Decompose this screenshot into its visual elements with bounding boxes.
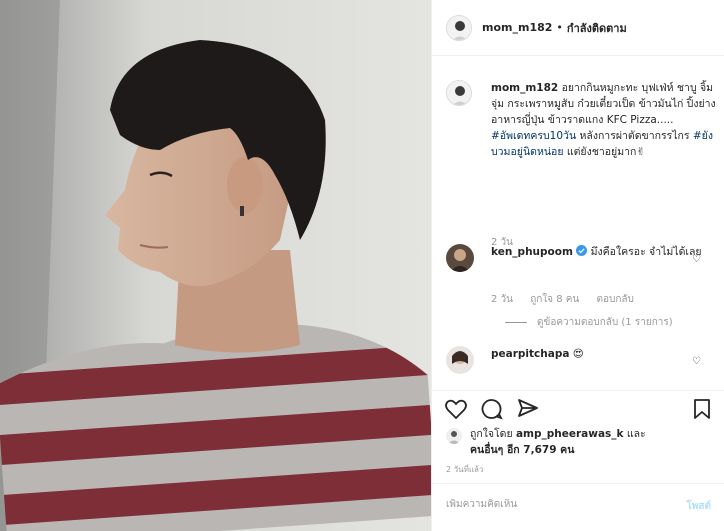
replies-line [505, 322, 527, 323]
avatar[interactable] [446, 14, 472, 41]
comment-username[interactable]: ken_phupoom [491, 246, 573, 258]
caption-body-2: หลังการผ่าตัดขากรรไกร [579, 130, 690, 142]
caption-text: mom_m182 อยากกินหมูกะทะ บุฟเฟ่ห์ ชาบู จิ… [491, 80, 716, 160]
user-avatar-icon [447, 15, 471, 40]
likes-user-link[interactable]: amp_pheerawas_k [516, 428, 624, 440]
post-comment-button[interactable]: โพสต์ [686, 499, 711, 514]
avatar[interactable] [446, 80, 472, 106]
likes-text: ถูกใจโดย amp_pheerawas_k และ คนอื่นๆ อีก… [470, 426, 646, 458]
user-avatar-icon [446, 428, 462, 444]
likes-and: และ [626, 428, 646, 440]
caption-username[interactable]: mom_m182 [491, 82, 558, 94]
comment-time[interactable]: 2 วัน [491, 294, 513, 305]
user-avatar-icon [446, 346, 474, 374]
user-avatar-icon [447, 81, 471, 105]
avatar[interactable] [446, 428, 462, 444]
comment-reply-button[interactable]: ตอบกลับ [596, 294, 633, 305]
comment-text: pearpitchapa 😍 [491, 346, 716, 362]
action-bar [432, 390, 724, 426]
heart-icon[interactable] [444, 397, 468, 424]
likes-prefix: ถูกใจโดย [470, 428, 513, 440]
comment-username[interactable]: pearpitchapa [491, 348, 569, 360]
view-replies-button[interactable]: ดูข้อความตอบกลับ (1 รายการ) [505, 315, 673, 330]
post-header: mom_m182 • กำลังติดตาม [432, 0, 724, 56]
avatar[interactable] [446, 244, 474, 272]
verified-badge-icon [576, 245, 588, 256]
comment-likes[interactable]: ถูกใจ 8 คน [530, 294, 579, 305]
comment-body: 😍 [572, 348, 584, 360]
share-icon[interactable] [516, 397, 540, 424]
header-username[interactable]: mom_m182 [482, 21, 552, 34]
post-photo[interactable] [0, 0, 431, 531]
comment-like-icon[interactable]: ♡ [692, 254, 701, 265]
avatar[interactable] [446, 346, 474, 374]
bookmark-icon[interactable] [690, 397, 714, 424]
view-replies-label: ดูข้อความตอบกลับ (1 รายการ) [537, 317, 673, 328]
hashtag-link[interactable]: #อัพเดทครบ10วัน [491, 130, 576, 142]
header-separator: • [556, 21, 563, 34]
post-side-panel: mom_m182 • กำลังติดตาม mom_m182 อยากกินห… [431, 0, 724, 531]
comments-list[interactable]: mom_m182 อยากกินหมูกะทะ บุฟเฟ่ห์ ชาบู จิ… [432, 66, 724, 386]
add-comment-bar: โพสต์ [432, 483, 724, 531]
caption-body-3: แต่ยังชาอยู่มาก✌ [566, 146, 646, 158]
comment-like-icon[interactable]: ♡ [692, 356, 701, 367]
comment-body: มึงคือใครอะ จำไม่ได้เลย [590, 246, 702, 258]
comment-icon[interactable] [480, 397, 504, 424]
post-modal: mom_m182 • กำลังติดตาม mom_m182 อยากกินห… [0, 0, 724, 531]
likes-others-link[interactable]: คนอื่นๆ อีก 7,679 คน [470, 444, 574, 456]
comment-meta: 2 วัน ถูกใจ 8 คน ตอบกลับ [491, 292, 648, 307]
user-avatar-icon [446, 244, 474, 272]
comment-input[interactable] [446, 499, 666, 510]
portrait-image [0, 0, 431, 531]
post-time-ago[interactable]: 2 วันที่แล้ว [446, 463, 483, 476]
follow-status-button[interactable]: กำลังติดตาม [567, 19, 627, 37]
comment-text: ken_phupoom มึงคือใครอะ จำไม่ได้เลย [491, 244, 716, 260]
